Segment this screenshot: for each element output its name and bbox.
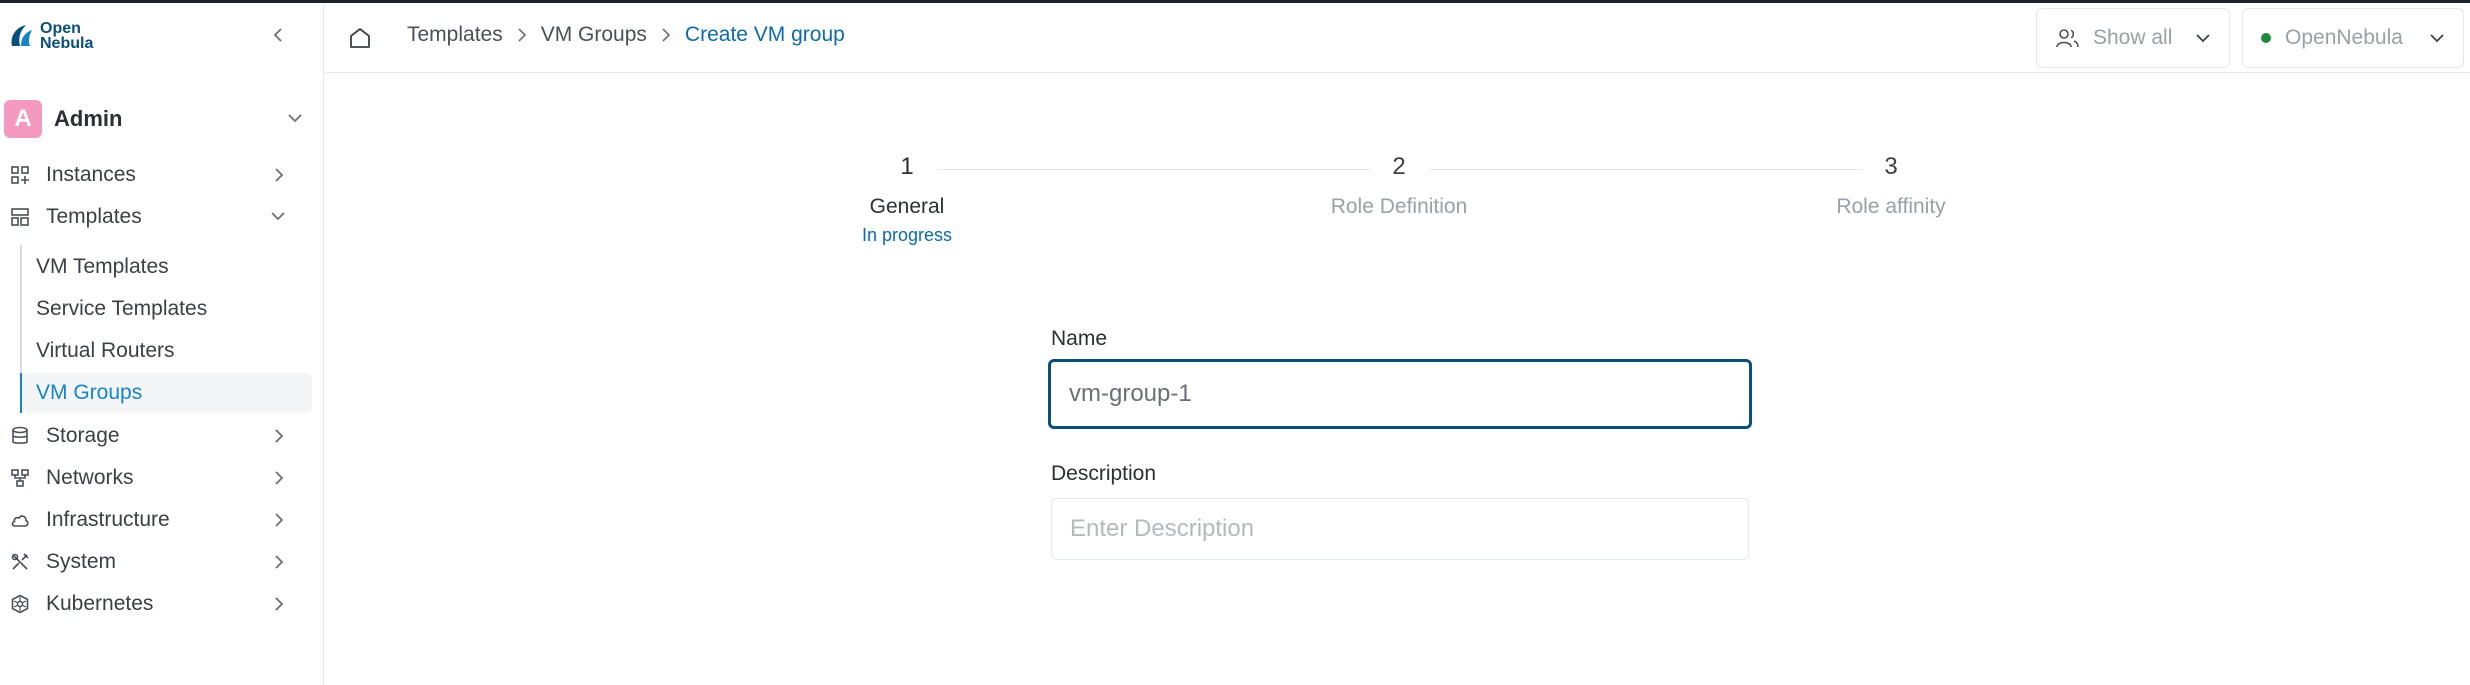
users-icon [2056, 29, 2079, 48]
step-title: General [869, 195, 945, 218]
templates-icon [11, 208, 29, 226]
step-title: Role affinity [1836, 195, 1946, 218]
chevron-right-icon [275, 597, 284, 611]
sidebar-item-label: Networks [46, 466, 134, 489]
chevron-left-icon [273, 28, 282, 42]
step-role-affinity[interactable]: 3 Role affinity [1791, 153, 1991, 219]
opennebula-logo-icon [11, 25, 32, 46]
logo-text-line1: Open [40, 20, 81, 37]
sidebar-item-label: Templates [46, 205, 142, 228]
name-field[interactable] [1048, 359, 1752, 429]
sidebar-item-label: Infrastructure [46, 508, 170, 531]
sidebar-item-label: Storage [46, 424, 120, 447]
sidebar-item-label: Instances [46, 163, 136, 186]
chevron-down-icon [2196, 34, 2210, 43]
user-name: Admin [54, 106, 123, 131]
sidebar-item-label: VM Templates [36, 255, 169, 278]
zone-select-value: OpenNebula [2285, 26, 2403, 49]
collapse-sidebar-button[interactable] [268, 25, 288, 45]
sidebar-item-label: VM Groups [36, 381, 143, 404]
step-general[interactable]: 1 General In progress [807, 153, 1007, 246]
chevron-right-icon [275, 168, 284, 182]
home-icon [350, 28, 370, 48]
sidebar-item-system[interactable]: System [0, 542, 310, 582]
breadcrumb: Templates VM Groups Create VM group [407, 23, 845, 47]
home-button[interactable] [347, 25, 373, 51]
sidebar-item-templates[interactable]: Templates [0, 197, 310, 237]
sidebar-item-label: Kubernetes [46, 592, 154, 615]
chevron-right-icon [275, 429, 284, 443]
sidebar-item-virtual-routers[interactable]: Virtual Routers [22, 331, 312, 371]
opennebula-logo[interactable]: Open Nebula [8, 20, 94, 52]
sidebar: Open Nebula A Admin Instances Templates [0, 3, 324, 685]
avatar: A [4, 100, 42, 138]
step-role-definition[interactable]: 2 Role Definition [1299, 153, 1499, 219]
chevron-down-icon [2430, 34, 2444, 43]
tools-icon [11, 553, 29, 570]
sidebar-item-instances[interactable]: Instances [0, 155, 310, 195]
chevron-right-icon [275, 555, 284, 569]
zone-select[interactable]: OpenNebula [2242, 8, 2464, 68]
chevron-down-icon [288, 114, 302, 123]
user-menu[interactable]: A Admin [4, 98, 314, 140]
step-number: 1 [900, 153, 914, 180]
kubernetes-icon [11, 594, 29, 614]
chevron-down-icon [271, 212, 285, 221]
status-dot [2261, 33, 2271, 43]
sidebar-item-label: Service Templates [36, 297, 208, 320]
top-header: Templates VM Groups Create VM group Show… [325, 3, 2470, 73]
sidebar-item-label: System [46, 550, 117, 573]
name-label: Name [1051, 327, 1108, 350]
chevron-right-icon [517, 27, 527, 43]
step-status: In progress [861, 225, 953, 245]
sidebar-item-infrastructure[interactable]: Infrastructure [0, 500, 310, 540]
chevron-right-icon [661, 27, 671, 43]
chevron-right-icon [275, 471, 284, 485]
sidebar-item-vm-groups[interactable]: VM Groups [20, 373, 312, 413]
instances-icon [11, 166, 29, 184]
breadcrumb-templates[interactable]: Templates [407, 23, 503, 47]
description-label: Description [1051, 462, 1157, 485]
sidebar-item-kubernetes[interactable]: Kubernetes [0, 584, 310, 624]
networks-icon [11, 469, 29, 487]
cloud-icon [11, 515, 29, 527]
description-field[interactable] [1051, 498, 1749, 560]
step-number: 2 [1392, 153, 1406, 180]
chevron-right-icon [275, 513, 284, 527]
sidebar-item-storage[interactable]: Storage [0, 416, 310, 456]
sidebar-item-networks[interactable]: Networks [0, 458, 310, 498]
storage-icon [12, 426, 28, 444]
step-title: Role Definition [1330, 195, 1468, 218]
sidebar-item-vm-templates[interactable]: VM Templates [22, 247, 312, 287]
group-filter-select[interactable]: Show all [2036, 8, 2230, 68]
breadcrumb-vm-groups[interactable]: VM Groups [541, 23, 647, 47]
group-filter-value: Show all [2093, 26, 2173, 49]
sidebar-item-label: Virtual Routers [36, 339, 175, 362]
sidebar-item-service-templates[interactable]: Service Templates [22, 289, 312, 329]
templates-submenu: VM Templates Service Templates Virtual R… [20, 245, 312, 413]
breadcrumb-current: Create VM group [684, 23, 845, 46]
logo-text-line2: Nebula [40, 35, 94, 52]
step-number: 3 [1884, 153, 1898, 180]
